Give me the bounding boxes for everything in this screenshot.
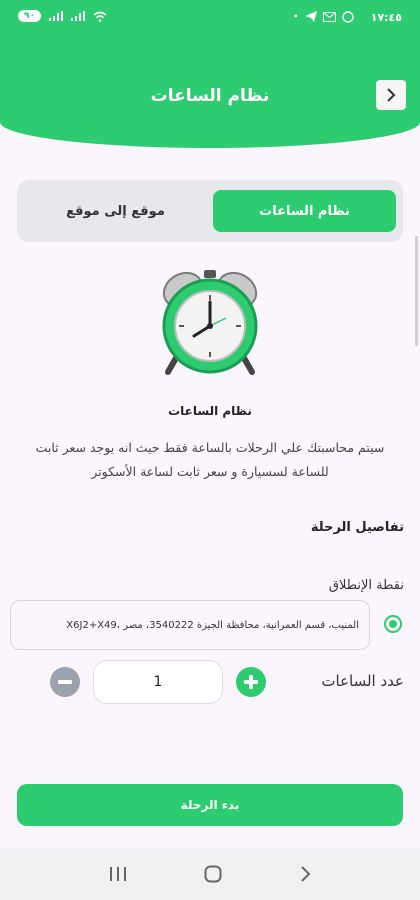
description: سيتم محاسبتك علي الرحلات بالساعة فقط حيث… — [20, 436, 400, 484]
chevron-right-icon — [387, 88, 396, 102]
description-line: سيتم محاسبتك علي الرحلات بالساعة فقط حيث… — [35, 440, 385, 455]
start-address-text: المنيب، قسم العمرانية، محافظة الجيزة 354… — [66, 619, 359, 631]
trip-details-label: تفاصيل الرحلة — [310, 520, 404, 535]
increase-hours-button[interactable] — [236, 667, 266, 697]
back-icon[interactable] — [299, 866, 311, 882]
section-heading: نظام الساعات — [168, 404, 252, 418]
system-nav-bar — [0, 848, 420, 900]
signal-icon — [49, 11, 63, 21]
scrollbar[interactable] — [415, 236, 418, 346]
gmail-icon — [323, 11, 336, 22]
hours-input[interactable] — [93, 660, 223, 704]
hours-label: عدد الساعات — [321, 672, 404, 690]
back-button[interactable] — [376, 80, 406, 110]
battery-icon: ٩٠ — [18, 10, 41, 22]
dot-icon: • — [292, 10, 300, 23]
alarm-clock-icon — [162, 270, 258, 375]
start-point-label: نقطة الإنطلاق — [328, 578, 404, 593]
status-right-icons: • — [293, 10, 355, 23]
whatsapp-icon — [342, 10, 354, 23]
tab-location-to-location[interactable]: موقع إلى موقع — [24, 190, 207, 232]
recent-apps-icon[interactable] — [109, 866, 127, 882]
start-trip-button[interactable]: بدء الرحلة — [17, 784, 403, 826]
tab-hours-system[interactable]: نظام الساعات — [213, 190, 396, 232]
wifi-icon — [93, 11, 107, 22]
status-time: ١٧:٤٥ — [370, 11, 402, 24]
decrease-hours-button[interactable] — [50, 667, 80, 697]
telegram-icon — [305, 11, 317, 22]
description-line: للساعة لسسيارة و سعر ثابت لساعة الأسكوتر — [91, 464, 329, 479]
start-address-field[interactable]: المنيب، قسم العمرانية، محافظة الجيزة 354… — [10, 600, 370, 650]
page-title: نظام الساعات — [150, 86, 270, 106]
start-point-radio[interactable] — [384, 615, 402, 633]
minus-icon — [58, 680, 72, 684]
plus-icon — [244, 675, 258, 689]
home-icon[interactable] — [204, 865, 222, 883]
signal-icon — [71, 11, 85, 21]
mode-tabs: موقع إلى موقع نظام الساعات — [17, 180, 403, 242]
status-bar: ٩٠ • ١٧:٤٥ — [0, 0, 420, 36]
status-left-icons: ٩٠ — [18, 10, 107, 22]
